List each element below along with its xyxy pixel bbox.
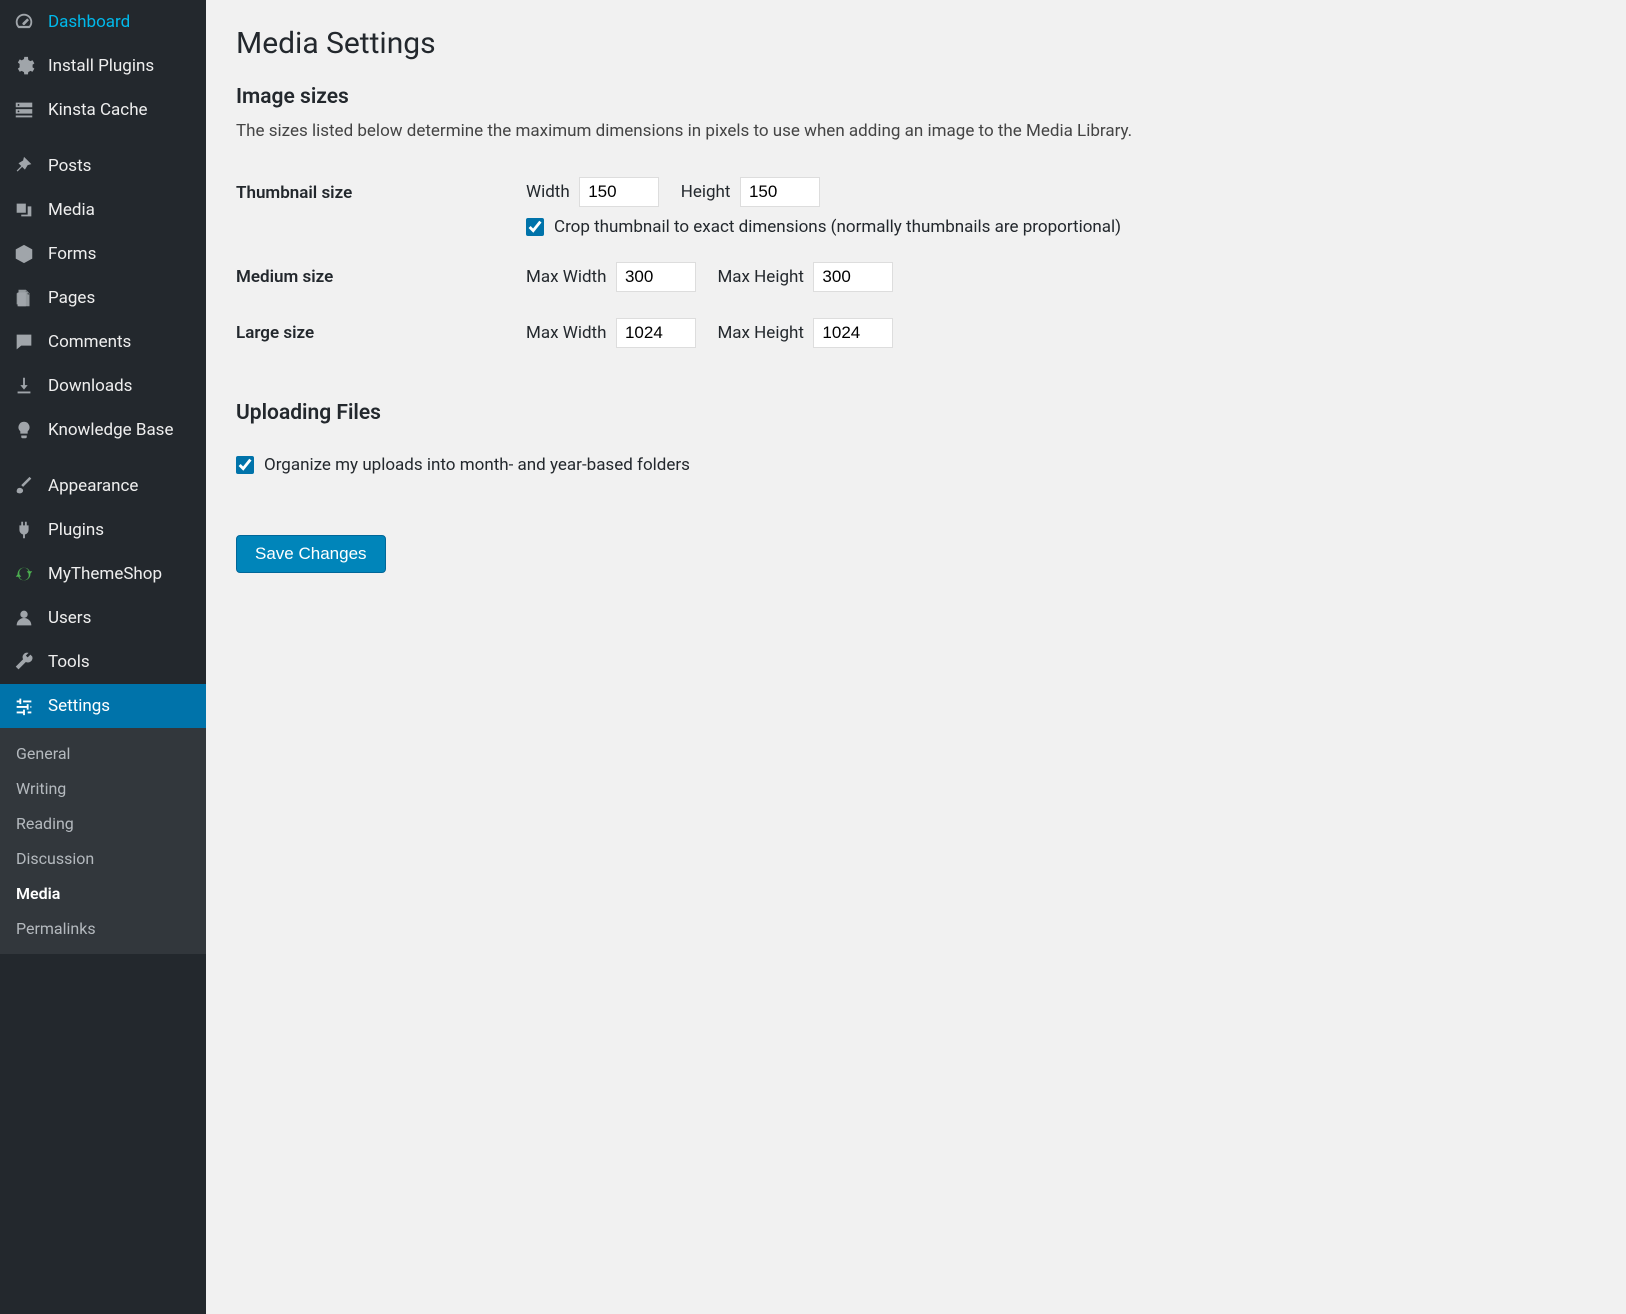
sidebar-item-forms[interactable]: Forms [0, 232, 206, 276]
user-icon [12, 606, 36, 630]
max-width-label: Max Width [526, 267, 606, 287]
sidebar-item-posts[interactable]: Posts [0, 144, 206, 188]
sidebar-label: Knowledge Base [48, 420, 173, 440]
submenu-item-writing[interactable]: Writing [0, 771, 206, 806]
height-label: Height [681, 182, 731, 202]
sidebar-item-kinsta-cache[interactable]: Kinsta Cache [0, 88, 206, 132]
sidebar-item-comments[interactable]: Comments [0, 320, 206, 364]
media-icon [12, 198, 36, 222]
page-title: Media Settings [236, 26, 1596, 61]
sidebar-label: Downloads [48, 376, 132, 396]
width-label: Width [526, 182, 570, 202]
sidebar-item-media[interactable]: Media [0, 188, 206, 232]
submenu-item-general[interactable]: General [0, 736, 206, 771]
sidebar-label: Pages [48, 288, 95, 308]
sidebar-label: Posts [48, 156, 91, 176]
thumbnail-height-input[interactable] [740, 177, 820, 207]
sidebar-item-tools[interactable]: Tools [0, 640, 206, 684]
sidebar-item-dashboard[interactable]: Dashboard [0, 0, 206, 44]
save-changes-button[interactable]: Save Changes [236, 535, 386, 573]
refresh-icon [12, 562, 36, 586]
gauge-icon [12, 10, 36, 34]
medium-width-input[interactable] [616, 262, 696, 292]
brush-icon [12, 474, 36, 498]
server-icon [12, 98, 36, 122]
sidebar-item-knowledge-base[interactable]: Knowledge Base [0, 408, 206, 452]
sidebar-label: MyThemeShop [48, 564, 162, 584]
submenu-item-permalinks[interactable]: Permalinks [0, 911, 206, 946]
settings-submenu: General Writing Reading Discussion Media… [0, 728, 206, 954]
large-width-input[interactable] [616, 318, 696, 348]
sidebar-label: Install Plugins [48, 56, 154, 76]
forms-icon [12, 242, 36, 266]
medium-size-label: Medium size [236, 249, 516, 305]
max-height-label: Max Height [717, 267, 804, 287]
comment-icon [12, 330, 36, 354]
sidebar-item-appearance[interactable]: Appearance [0, 464, 206, 508]
main-content: Media Settings Image sizes The sizes lis… [206, 0, 1626, 1314]
pin-icon [12, 154, 36, 178]
sidebar-label: Settings [48, 696, 110, 716]
max-width-label: Max Width [526, 323, 606, 343]
plug-icon [12, 518, 36, 542]
sidebar-label: Users [48, 608, 91, 628]
section-image-sizes: Image sizes [236, 85, 1596, 109]
sidebar-label: Media [48, 200, 95, 220]
thumbnail-crop-checkbox[interactable] [526, 218, 544, 236]
large-size-label: Large size [236, 305, 516, 361]
organize-uploads-label: Organize my uploads into month- and year… [264, 455, 690, 475]
thumbnail-size-label: Thumbnail size [236, 165, 516, 249]
sidebar-label: Appearance [48, 476, 138, 496]
sidebar-item-users[interactable]: Users [0, 596, 206, 640]
image-sizes-description: The sizes listed below determine the max… [236, 121, 1596, 141]
lightbulb-icon [12, 418, 36, 442]
settings-form-table: Thumbnail size Width Height Crop thumbna… [236, 165, 1596, 361]
sidebar-label: Dashboard [48, 12, 130, 32]
max-height-label: Max Height [717, 323, 804, 343]
thumbnail-width-input[interactable] [579, 177, 659, 207]
sidebar-label: Tools [48, 652, 90, 672]
medium-height-input[interactable] [813, 262, 893, 292]
sidebar-separator [0, 132, 206, 144]
sidebar-separator [0, 452, 206, 464]
sidebar-item-plugins[interactable]: Plugins [0, 508, 206, 552]
submenu-item-media[interactable]: Media [0, 876, 206, 911]
sidebar-item-settings[interactable]: Settings [0, 684, 206, 728]
download-icon [12, 374, 36, 398]
sidebar-label: Kinsta Cache [48, 100, 148, 120]
sidebar-item-downloads[interactable]: Downloads [0, 364, 206, 408]
sidebar-label: Plugins [48, 520, 104, 540]
thumbnail-crop-label: Crop thumbnail to exact dimensions (norm… [554, 217, 1121, 237]
wrench-icon [12, 650, 36, 674]
section-uploading-files: Uploading Files [236, 401, 1596, 425]
large-height-input[interactable] [813, 318, 893, 348]
organize-uploads-checkbox[interactable] [236, 456, 254, 474]
sidebar-item-mythemeshop[interactable]: MyThemeShop [0, 552, 206, 596]
sliders-icon [12, 694, 36, 718]
sidebar-label: Forms [48, 244, 96, 264]
gear-icon [12, 54, 36, 78]
admin-sidebar: Dashboard Install Plugins Kinsta Cache P… [0, 0, 206, 1314]
sidebar-item-install-plugins[interactable]: Install Plugins [0, 44, 206, 88]
sidebar-item-pages[interactable]: Pages [0, 276, 206, 320]
submenu-item-reading[interactable]: Reading [0, 806, 206, 841]
sidebar-label: Comments [48, 332, 131, 352]
pages-icon [12, 286, 36, 310]
submenu-item-discussion[interactable]: Discussion [0, 841, 206, 876]
